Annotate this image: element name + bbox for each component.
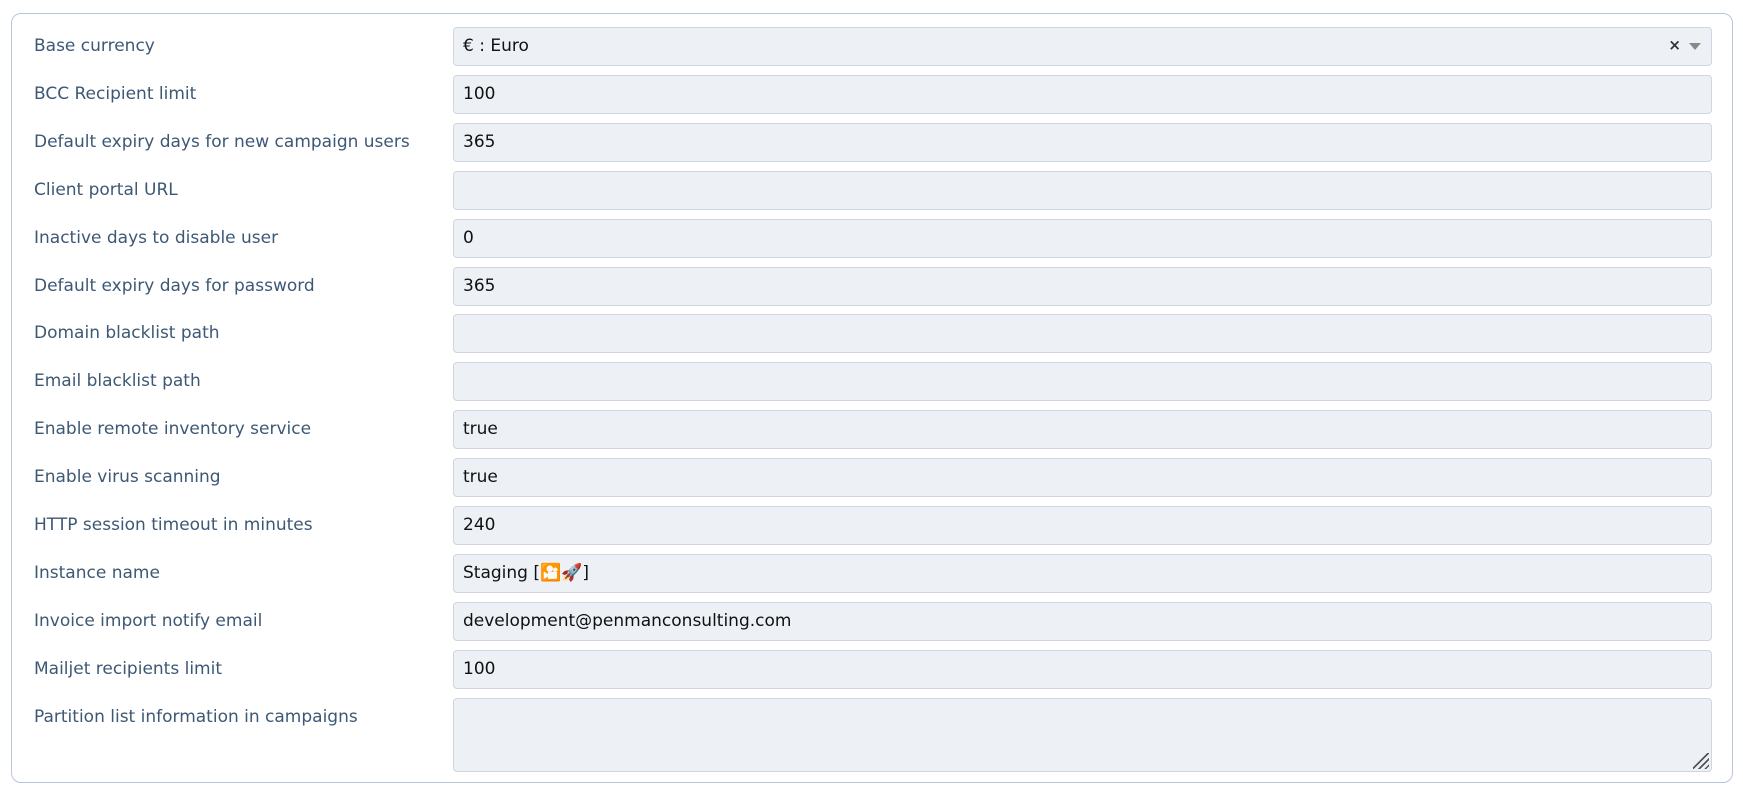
field-value: Staging [🎦🚀] [463, 562, 589, 583]
setting-row-invoice-import-notify-email: Invoice import notify email development@p… [12, 601, 1732, 650]
resize-handle-icon[interactable] [1693, 752, 1709, 769]
setting-row-instance-name: Instance name Staging [🎦🚀] [12, 553, 1732, 602]
setting-row-bcc-recipient-limit: BCC Recipient limit 100 [12, 74, 1732, 123]
setting-row-default-expiry-days-for-new-campaign-users: Default expiry days for new campaign use… [12, 122, 1732, 171]
setting-row-partition-list-information-in-campaigns: Partition list information in campaigns [12, 697, 1732, 772]
setting-row-inactive-days-to-disable-user: Inactive days to disable user 0 [12, 218, 1732, 267]
enable-virus-scanning-input[interactable]: true [453, 458, 1712, 498]
setting-label: Domain blacklist path [34, 323, 220, 344]
field-value: € : Euro [463, 36, 529, 56]
default-expiry-days-for-new-campaign-users-input[interactable]: 365 [453, 122, 1712, 162]
client-portal-url-input[interactable] [453, 170, 1712, 210]
invoice-import-notify-email-input[interactable]: development@penmanconsulting.com [453, 601, 1712, 641]
inactive-days-to-disable-user-input[interactable]: 0 [453, 218, 1712, 258]
setting-row-enable-remote-inventory-service: Enable remote inventory service true [12, 410, 1732, 458]
default-expiry-days-for-password-input[interactable]: 365 [453, 266, 1712, 306]
settings-card: Base currency € : Euro × BCC Recipient limi… [11, 13, 1733, 783]
setting-row-domain-blacklist-path: Domain blacklist path [12, 314, 1732, 362]
setting-label: Default expiry days for password [34, 275, 315, 296]
setting-label: Partition list information in campaigns [34, 706, 358, 727]
field-value: 0 [463, 227, 474, 248]
setting-label: Inactive days to disable user [34, 227, 279, 248]
setting-label: Enable virus scanning [34, 467, 221, 488]
mailjet-recipients-limit-input[interactable]: 100 [453, 649, 1712, 689]
bcc-recipient-limit-input[interactable]: 100 [453, 74, 1712, 114]
setting-row-http-session-timeout-in-minutes: HTTP session timeout in minutes 240 [12, 506, 1732, 554]
field-value: 100 [463, 658, 496, 679]
setting-label: Default expiry days for new campaign use… [34, 131, 410, 152]
domain-blacklist-path-input[interactable] [453, 314, 1712, 354]
setting-label: Client portal URL [34, 179, 178, 200]
email-blacklist-path-input[interactable] [453, 362, 1712, 402]
setting-row-mailjet-recipients-limit: Mailjet recipients limit 100 [12, 649, 1732, 698]
field-value: development@penmanconsulting.com [463, 610, 792, 631]
setting-label: Base currency [34, 36, 155, 56]
field-value: 365 [463, 131, 496, 152]
instance-name-input[interactable]: Staging [🎦🚀] [453, 553, 1712, 593]
clear-icon[interactable]: × [1668, 36, 1681, 54]
setting-label: BCC Recipient limit [34, 83, 197, 104]
setting-label: Mailjet recipients limit [34, 658, 222, 679]
field-value: true [463, 467, 498, 488]
setting-row-default-expiry-days-for-password: Default expiry days for password 365 [12, 266, 1732, 315]
setting-label: HTTP session timeout in minutes [34, 515, 313, 535]
field-value: 240 [463, 515, 496, 535]
setting-label: Invoice import notify email [34, 610, 263, 631]
setting-row-email-blacklist-path: Email blacklist path [12, 362, 1732, 410]
setting-row-enable-virus-scanning: Enable virus scanning true [12, 458, 1732, 506]
http-session-timeout-in-minutes-input[interactable]: 240 [453, 506, 1712, 545]
setting-label: Enable remote inventory service [34, 419, 312, 440]
setting-row-client-portal-url: Client portal URL [12, 170, 1732, 219]
field-value: 365 [463, 275, 496, 296]
setting-label: Instance name [34, 562, 160, 583]
setting-row-base-currency: Base currency € : Euro × [12, 27, 1732, 75]
base-currency-select[interactable]: € : Euro × [453, 27, 1712, 66]
caret-down-icon[interactable] [1689, 43, 1701, 50]
partition-list-information-in-campaigns-textarea[interactable] [453, 697, 1712, 772]
setting-label: Email blacklist path [34, 371, 201, 392]
field-value: 100 [463, 83, 496, 104]
field-value: true [463, 419, 498, 440]
enable-remote-inventory-service-input[interactable]: true [453, 410, 1712, 450]
